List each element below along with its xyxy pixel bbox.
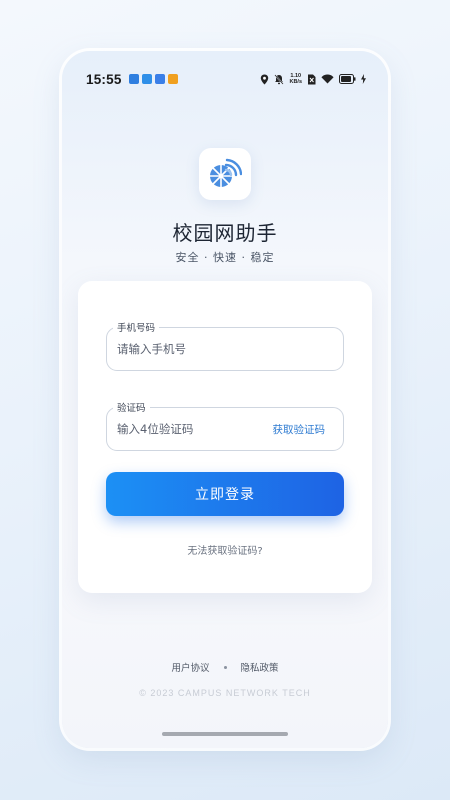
phone-frame: 15:55 1.10 KB/s 校园网助手 安全 · 快速 · 稳定 手机号码 … <box>62 51 388 748</box>
code-field: 验证码 获取验证码 <box>106 400 344 451</box>
mute-bell-icon <box>274 73 285 85</box>
cloud-notification-icon <box>154 74 165 84</box>
message-notification-icon <box>141 74 152 84</box>
copyright-text: © 2023 CAMPUS NETWORK TECH <box>139 688 311 698</box>
status-right-icons: 1.10 KB/s <box>260 73 366 85</box>
status-time: 15:55 <box>86 71 122 87</box>
contact-notification-icon <box>167 74 178 84</box>
app-tagline: 安全 · 快速 · 稳定 <box>175 251 275 264</box>
notification-icons <box>128 74 178 84</box>
status-bar: 15:55 1.10 KB/s <box>62 69 388 89</box>
get-code-button[interactable]: 获取验证码 <box>273 422 326 437</box>
footer-separator <box>223 665 227 669</box>
privacy-policy-link[interactable]: 隐私政策 <box>241 660 279 674</box>
home-indicator[interactable] <box>162 732 288 736</box>
footer-links: 用户协议 隐私政策 <box>62 660 388 674</box>
location-icon <box>260 74 269 85</box>
cannot-get-code-link[interactable]: 无法获取验证码? <box>78 542 372 557</box>
app-title: 校园网助手 <box>172 221 278 245</box>
login-card: 手机号码 验证码 获取验证码 立即登录 无法获取验证码? <box>78 281 372 593</box>
network-speed-unit: KB/s <box>289 79 302 85</box>
login-button[interactable]: 立即登录 <box>106 472 344 516</box>
app-logo <box>199 148 251 200</box>
phone-field: 手机号码 <box>106 320 344 371</box>
code-input[interactable] <box>117 408 287 450</box>
battery-icon <box>339 74 356 84</box>
wifi-globe-logo-icon <box>210 158 242 187</box>
no-sim-icon <box>307 74 316 85</box>
app-notification-icon <box>128 74 139 84</box>
wifi-icon <box>321 74 334 84</box>
network-speed: 1.10 KB/s <box>289 73 302 85</box>
charging-icon <box>361 74 366 84</box>
user-agreement-link[interactable]: 用户协议 <box>171 660 209 674</box>
phone-input[interactable] <box>117 328 287 370</box>
